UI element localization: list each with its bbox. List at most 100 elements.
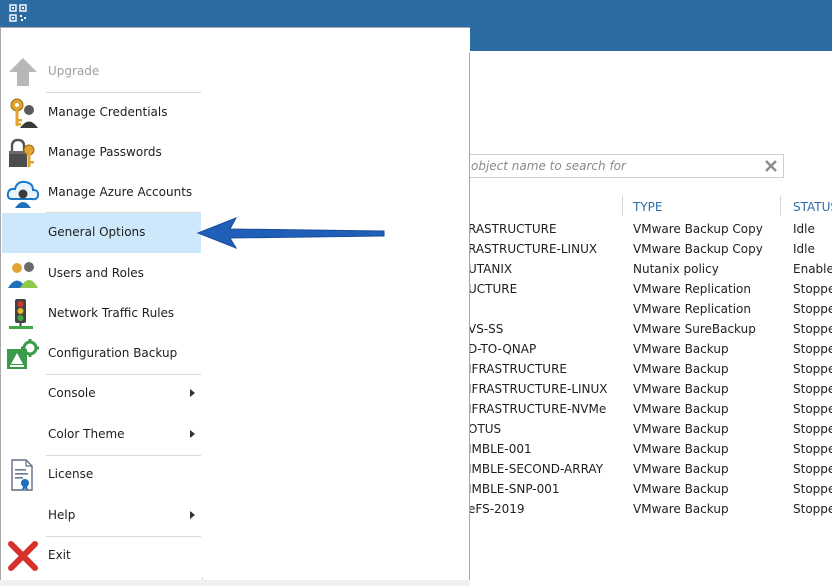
table-row[interactable]: OTUS VMware Backup Stopped — [468, 419, 832, 439]
upgrade-arrow-icon — [6, 56, 40, 88]
job-name-cell: IMBLE-SNP-001 — [468, 482, 560, 496]
submenu-arrow-icon — [190, 389, 195, 397]
menu-item-label: Network Traffic Rules — [48, 306, 175, 320]
column-header-status[interactable]: STATUS — [793, 200, 832, 214]
lock-key-icon — [6, 137, 40, 169]
column-header-type[interactable]: TYPE — [633, 200, 662, 214]
column-separator[interactable] — [780, 196, 781, 216]
table-row[interactable]: D-TO-QNAP VMware Backup Stopped — [468, 339, 832, 359]
menu-item-label: Exit — [48, 548, 71, 562]
search-input[interactable] — [471, 157, 751, 175]
menu-item-console[interactable]: Console — [2, 374, 201, 414]
job-status-cell: Stopped — [793, 362, 832, 376]
menu-item-users-and-roles[interactable]: Users and Roles — [2, 254, 201, 294]
job-name-cell: RASTRUCTURE-LINUX — [468, 242, 598, 256]
job-name-cell: OTUS — [468, 422, 502, 436]
job-type-cell: VMware Backup Copy — [633, 242, 763, 256]
table-row[interactable]: VMware Replication Stopped — [468, 299, 832, 319]
menu-item-label: Console — [48, 386, 96, 400]
job-type-cell: VMware Backup — [633, 362, 729, 376]
job-type-cell: VMware Backup Copy — [633, 222, 763, 236]
menu-item-general-options[interactable]: General Options — [2, 213, 201, 253]
job-name-cell: eFS-2019 — [468, 502, 525, 516]
job-status-cell: Stopped — [793, 422, 832, 436]
job-type-cell: VMware Replication — [633, 302, 752, 316]
job-type-cell: Nutanix policy — [633, 262, 719, 276]
menu-item-manage-passwords[interactable]: Manage Passwords — [2, 133, 201, 173]
job-status-cell: Stopped — [793, 282, 832, 296]
job-type-cell: VMware Backup — [633, 442, 729, 456]
job-type-cell: VMware Backup — [633, 462, 729, 476]
table-row[interactable]: RASTRUCTURE VMware Backup Copy Idle — [468, 219, 832, 239]
main-menu-header — [43, 28, 470, 53]
app-logo-icon — [9, 4, 27, 22]
job-name-cell: RASTRUCTURE — [468, 222, 557, 236]
menu-item-exit[interactable]: Exit — [2, 536, 201, 576]
job-name-cell: IFRASTRUCTURE — [468, 362, 567, 376]
users-icon — [6, 258, 40, 290]
main-menu-panel: Upgrade Manage Credentials Manage Password… — [0, 27, 470, 586]
table-row[interactable]: IMBLE-001 VMware Backup Stopped — [468, 439, 832, 459]
table-row[interactable]: IFRASTRUCTURE VMware Backup Stopped — [468, 359, 832, 379]
table-row[interactable]: VS-SS VMware SureBackup Stopped — [468, 319, 832, 339]
job-status-cell: Idle — [793, 242, 815, 256]
menu-item-license[interactable]: License — [2, 455, 201, 495]
table-row[interactable]: IFRASTRUCTURE-LINUX VMware Backup Stopped — [468, 379, 832, 399]
menu-item-label: Help — [48, 508, 76, 522]
menu-item-manage-azure-accounts[interactable]: Manage Azure Accounts — [2, 173, 201, 213]
clear-search-icon[interactable] — [763, 158, 779, 174]
table-row[interactable]: eFS-2019 VMware Backup Stopped — [468, 499, 832, 519]
job-type-cell: VMware Replication — [633, 282, 752, 296]
config-backup-icon — [6, 338, 40, 370]
job-type-cell: VMware Backup — [633, 482, 729, 496]
job-status-cell: Stopped — [793, 482, 832, 496]
job-status-cell: Stopped — [793, 442, 832, 456]
menu-item-label: General Options — [48, 225, 146, 239]
table-row[interactable]: RASTRUCTURE-LINUX VMware Backup Copy Idle — [468, 239, 832, 259]
job-type-cell: VMware Backup — [633, 382, 729, 396]
status-strip — [0, 580, 470, 586]
menu-item-label: Manage Credentials — [48, 105, 168, 119]
menu-item-manage-credentials[interactable]: Manage Credentials — [2, 93, 201, 133]
job-name-cell: IMBLE-SECOND-ARRAY — [468, 462, 604, 476]
job-status-cell: Stopped — [793, 342, 832, 356]
job-name-cell: IFRASTRUCTURE-NVMe — [468, 402, 607, 416]
job-name-cell: D-TO-QNAP — [468, 342, 537, 356]
menu-item-configuration-backup[interactable]: Configuration Backup — [2, 334, 201, 374]
table-row[interactable]: IMBLE-SECOND-ARRAY VMware Backup Stopped — [468, 459, 832, 479]
job-name-cell: VS-SS — [468, 322, 504, 336]
menu-item-label: Color Theme — [48, 427, 125, 441]
traffic-light-icon — [6, 298, 40, 330]
job-status-cell: Stopped — [793, 382, 832, 396]
main-menu-list: Upgrade Manage Credentials Manage Password… — [2, 52, 203, 585]
exit-x-icon — [6, 540, 40, 572]
job-name-cell: UTANIX — [468, 262, 513, 276]
job-type-cell: VMware Backup — [633, 422, 729, 436]
job-status-cell: Stopped — [793, 322, 832, 336]
hamburger-menu-icon — [14, 34, 31, 44]
job-status-cell: Enabled — [793, 262, 832, 276]
column-separator[interactable] — [622, 196, 623, 216]
cloud-user-icon — [6, 177, 40, 209]
menu-item-label: License — [48, 467, 94, 481]
job-status-cell: Stopped — [793, 502, 832, 516]
table-row[interactable]: IFRASTRUCTURE-NVMe VMware Backup Stopped — [468, 399, 832, 419]
job-name-cell: IMBLE-001 — [468, 442, 532, 456]
menu-item-label: Manage Azure Accounts — [48, 185, 193, 199]
table-row[interactable]: IMBLE-SNP-001 VMware Backup Stopped — [468, 479, 832, 499]
submenu-arrow-icon — [190, 430, 195, 438]
table-row[interactable]: UTANIX Nutanix policy Enabled — [468, 259, 832, 279]
title-bar — [0, 0, 832, 27]
table-row[interactable]: UCTURE VMware Replication Stopped — [468, 279, 832, 299]
main-menu-button[interactable] — [2, 27, 43, 51]
menu-item-label: Configuration Backup — [48, 346, 178, 360]
menu-item-color-theme[interactable]: Color Theme — [2, 415, 201, 455]
search-box[interactable] — [466, 154, 784, 178]
job-status-cell: Stopped — [793, 462, 832, 476]
menu-item-network-traffic-rules[interactable]: Network Traffic Rules — [2, 294, 201, 334]
license-certificate-icon — [6, 459, 40, 491]
job-status-cell: Idle — [793, 222, 815, 236]
job-status-cell: Stopped — [793, 402, 832, 416]
menu-item-help[interactable]: Help — [2, 496, 201, 536]
submenu-arrow-icon — [190, 511, 195, 519]
